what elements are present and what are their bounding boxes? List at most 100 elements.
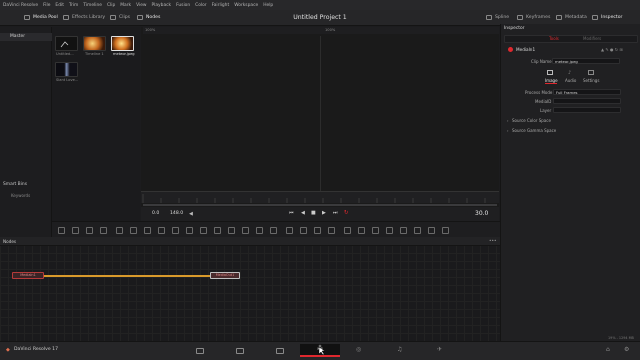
bspline-mask-icon[interactable] bbox=[270, 227, 277, 234]
node-editor[interactable] bbox=[0, 237, 500, 341]
chevron-right-icon[interactable]: › bbox=[507, 118, 509, 123]
scrub-bar[interactable] bbox=[143, 204, 497, 206]
node-enabled-icon[interactable] bbox=[508, 47, 513, 52]
transform-tool-icon[interactable] bbox=[158, 227, 165, 234]
media-page-icon[interactable] bbox=[196, 348, 204, 354]
inspector-button[interactable]: Inspector bbox=[592, 15, 622, 20]
tab-modifiers[interactable]: Modifiers bbox=[583, 36, 601, 41]
time-out[interactable]: 148.0 bbox=[170, 211, 183, 216]
clips-button[interactable]: Clips bbox=[110, 15, 130, 20]
source-color-space-section[interactable]: Source Color Space bbox=[512, 118, 551, 123]
text-tool-icon[interactable] bbox=[86, 227, 93, 234]
ellipse-mask-icon[interactable] bbox=[242, 227, 249, 234]
menu-fusion[interactable]: Fusion bbox=[176, 3, 190, 8]
media-pool-button[interactable]: Media Pool bbox=[24, 15, 58, 20]
menu-fairlight[interactable]: Fairlight bbox=[212, 3, 230, 8]
chevron-right-icon[interactable]: › bbox=[507, 128, 509, 133]
render-3d-icon[interactable] bbox=[358, 227, 365, 234]
menu-mark[interactable]: Mark bbox=[120, 3, 131, 8]
crop-tool-icon[interactable] bbox=[172, 227, 179, 234]
keyframes-button[interactable]: Keyframes bbox=[517, 15, 550, 20]
background-tool-icon[interactable] bbox=[58, 227, 65, 234]
menu-clip[interactable]: Clip bbox=[107, 3, 115, 8]
node-media-out[interactable]: MediaOut1 bbox=[210, 272, 240, 279]
go-to-start-icon[interactable]: ⏮ bbox=[289, 210, 294, 216]
clip-thumb-meteor[interactable] bbox=[111, 36, 134, 51]
paint-tool-icon[interactable] bbox=[72, 227, 79, 234]
polygon-mask-icon[interactable] bbox=[256, 227, 263, 234]
bspline-tool-icon[interactable] bbox=[144, 227, 151, 234]
3d-text-icon[interactable] bbox=[300, 227, 307, 234]
fps-field[interactable]: 30.0 bbox=[475, 210, 488, 217]
light-3d-icon[interactable] bbox=[344, 227, 351, 234]
fairlight-page-icon[interactable]: ♫ bbox=[397, 346, 402, 353]
zoom-left[interactable]: 100% bbox=[145, 28, 155, 32]
brush-tool-icon[interactable] bbox=[116, 227, 123, 234]
settings-tab-icon[interactable] bbox=[588, 70, 594, 75]
speaker-icon[interactable]: ◀ bbox=[189, 211, 193, 217]
time-in[interactable]: 0.0 bbox=[152, 211, 159, 216]
menu-trim[interactable]: Trim bbox=[69, 3, 78, 8]
source-gamma-space-section[interactable]: Source Gamma Space bbox=[512, 128, 556, 133]
node-media-in[interactable]: MediaIn1 bbox=[12, 272, 44, 279]
deliver-page-icon[interactable]: ✈ bbox=[437, 346, 442, 353]
node-options-icon[interactable]: ▲ ✎ ● ↻ ⊞ bbox=[601, 47, 623, 52]
effects-library-button[interactable]: Effects Library bbox=[63, 15, 105, 20]
menu-file[interactable]: File bbox=[43, 3, 50, 8]
menu-workspace[interactable]: Workspace bbox=[234, 3, 258, 8]
particles-tool-icon[interactable] bbox=[214, 227, 221, 234]
clip-thumb-untitled[interactable] bbox=[55, 36, 78, 51]
settings-gear-icon[interactable]: ⚙ bbox=[624, 346, 629, 353]
menu-davinci-resolve[interactable]: DaVinci Resolve bbox=[3, 3, 38, 8]
mediaid-field[interactable] bbox=[553, 98, 621, 104]
clip-name-field[interactable]: meteor.jpeg bbox=[552, 58, 620, 64]
nodes-button[interactable]: Nodes bbox=[137, 15, 160, 20]
warp-icon[interactable] bbox=[442, 227, 449, 234]
menu-edit[interactable]: Edit bbox=[55, 3, 64, 8]
play-reverse-icon[interactable]: ◀ bbox=[301, 210, 305, 216]
3d-shape-icon[interactable] bbox=[286, 227, 293, 234]
subtab-audio[interactable]: Audio bbox=[565, 78, 576, 83]
blur-tool-icon[interactable] bbox=[200, 227, 207, 234]
master-bin[interactable]: Master bbox=[0, 33, 52, 41]
more-options-icon[interactable]: ••• bbox=[489, 238, 496, 243]
menu-timeline[interactable]: Timeline bbox=[83, 3, 102, 8]
merge-tool-icon[interactable] bbox=[100, 227, 107, 234]
menu-help[interactable]: Help bbox=[263, 3, 273, 8]
subtab-settings[interactable]: Settings bbox=[583, 78, 599, 83]
cut-page-icon[interactable] bbox=[236, 348, 244, 354]
resize-icon[interactable] bbox=[414, 227, 421, 234]
audio-tab-icon[interactable]: ♪ bbox=[568, 70, 571, 76]
home-icon[interactable]: ⌂ bbox=[606, 346, 610, 353]
color-corrector-icon[interactable] bbox=[186, 227, 193, 234]
timeline-ruler[interactable] bbox=[141, 191, 499, 203]
spline-button[interactable]: Spline bbox=[486, 15, 509, 20]
zoom-right[interactable]: 100% bbox=[325, 28, 335, 32]
keywords-bin[interactable]: Keywords bbox=[11, 193, 30, 198]
tracker-icon[interactable] bbox=[372, 227, 379, 234]
loop-icon[interactable]: ↻ bbox=[344, 210, 349, 216]
color-space-icon[interactable] bbox=[428, 227, 435, 234]
keyer-icon[interactable] bbox=[400, 227, 407, 234]
tab-tools[interactable]: Tools bbox=[549, 36, 559, 41]
rectangle-mask-icon[interactable] bbox=[228, 227, 235, 234]
image-tab-icon[interactable] bbox=[547, 70, 553, 75]
go-to-end-icon[interactable]: ⏭ bbox=[333, 210, 338, 216]
clip-thumb-timeline1[interactable] bbox=[83, 36, 106, 51]
play-icon[interactable]: ▶ bbox=[322, 210, 326, 216]
merge-3d-icon[interactable] bbox=[314, 227, 321, 234]
edit-page-icon[interactable] bbox=[276, 348, 284, 354]
clip-thumb-slant[interactable] bbox=[55, 62, 78, 77]
planar-tracker-icon[interactable] bbox=[386, 227, 393, 234]
mediaid-label: MediaID bbox=[535, 99, 552, 104]
layer-select[interactable] bbox=[553, 107, 621, 113]
metadata-button[interactable]: Metadata bbox=[556, 15, 587, 20]
menu-color[interactable]: Color bbox=[195, 3, 206, 8]
color-page-icon[interactable]: ◎ bbox=[356, 346, 361, 353]
camera-3d-icon[interactable] bbox=[328, 227, 335, 234]
polygon-tool-icon[interactable] bbox=[130, 227, 137, 234]
process-mode-select[interactable]: Full Frames bbox=[553, 89, 621, 95]
menu-view[interactable]: View bbox=[136, 3, 146, 8]
stop-icon[interactable]: ■ bbox=[311, 210, 316, 216]
menu-playback[interactable]: Playback bbox=[152, 3, 172, 8]
